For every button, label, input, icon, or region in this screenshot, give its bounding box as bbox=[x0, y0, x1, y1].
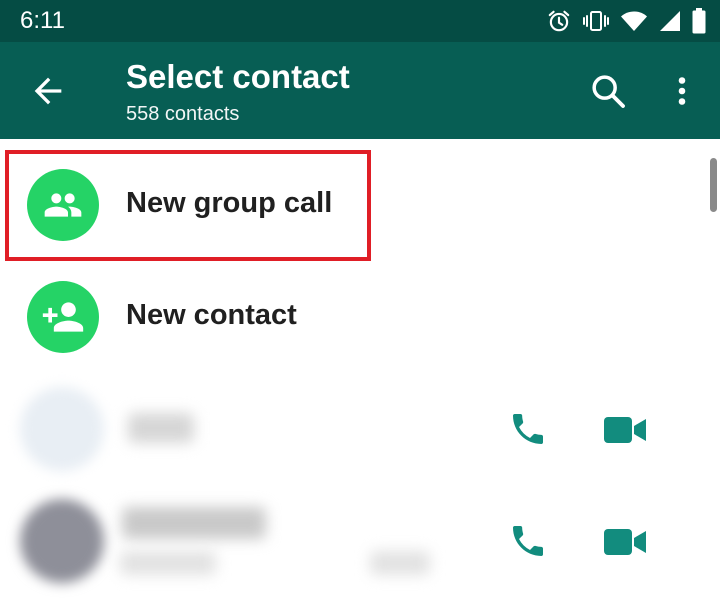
alarm-icon bbox=[548, 10, 570, 32]
status-bar: 6:11 bbox=[0, 0, 720, 42]
phone-icon bbox=[513, 526, 543, 556]
status-icons bbox=[546, 8, 706, 34]
highlight-box bbox=[5, 150, 371, 261]
video-call-button[interactable] bbox=[604, 527, 648, 557]
contact-avatar bbox=[20, 499, 104, 583]
wifi-icon bbox=[621, 11, 647, 31]
contact-row[interactable] bbox=[0, 485, 700, 597]
new-contact-avatar bbox=[27, 281, 99, 353]
back-arrow-icon bbox=[34, 77, 62, 105]
vibrate-icon bbox=[583, 11, 609, 31]
add-person-icon bbox=[42, 302, 84, 332]
app-bar: Select contact 558 contacts bbox=[0, 42, 720, 139]
new-contact-row[interactable]: New contact bbox=[0, 261, 700, 373]
phone-icon bbox=[513, 414, 543, 444]
contact-name-blurred bbox=[128, 413, 194, 443]
contact-status-blurred bbox=[120, 551, 216, 575]
new-contact-label: New contact bbox=[126, 299, 297, 331]
voice-call-button[interactable] bbox=[508, 409, 548, 449]
search-button[interactable] bbox=[588, 71, 628, 111]
back-button[interactable] bbox=[28, 71, 68, 111]
contact-avatar bbox=[20, 387, 104, 471]
contact-row[interactable] bbox=[0, 373, 700, 485]
contact-status-blurred bbox=[370, 551, 430, 575]
status-time: 6:11 bbox=[20, 7, 65, 34]
cell-signal-icon bbox=[660, 11, 680, 31]
more-options-button[interactable] bbox=[664, 71, 700, 111]
scrollbar[interactable] bbox=[710, 158, 717, 212]
more-vert-icon bbox=[678, 77, 686, 105]
page-title: Select contact bbox=[126, 58, 350, 95]
voice-call-button[interactable] bbox=[508, 521, 548, 561]
video-camera-icon bbox=[604, 529, 646, 555]
battery-icon bbox=[692, 8, 706, 34]
title-block: Select contact 558 contacts bbox=[126, 58, 350, 126]
search-icon bbox=[592, 75, 625, 108]
contact-name-blurred bbox=[122, 507, 266, 539]
video-call-button[interactable] bbox=[604, 415, 648, 445]
contacts-count: 558 contacts bbox=[126, 103, 240, 125]
video-camera-icon bbox=[604, 417, 646, 443]
